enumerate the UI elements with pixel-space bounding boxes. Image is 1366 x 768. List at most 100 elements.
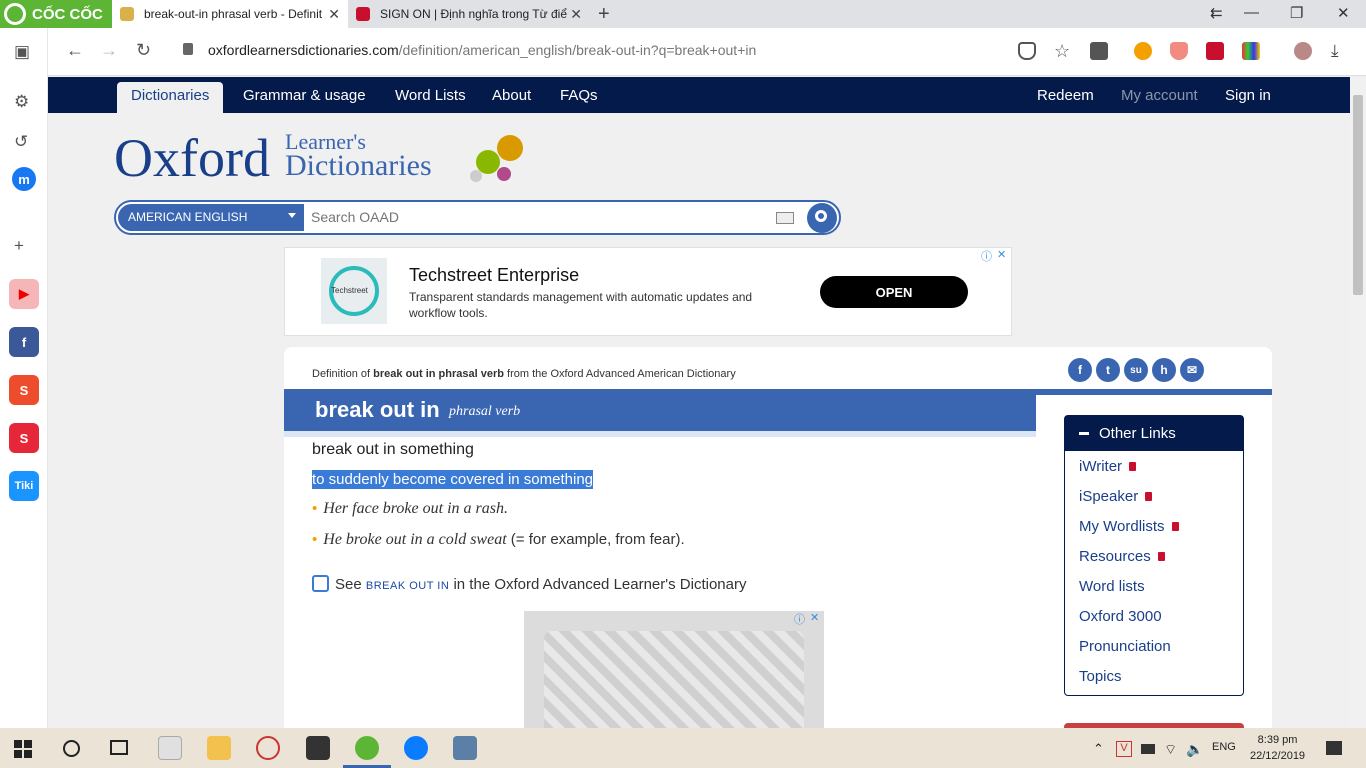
close-window-button[interactable]: ✕ bbox=[1337, 4, 1350, 22]
minimize-button[interactable]: — bbox=[1244, 4, 1259, 21]
notifications-icon[interactable] bbox=[1326, 741, 1342, 755]
ad-description: Transparent standards management with au… bbox=[409, 290, 753, 320]
other-link-oxford-3000[interactable]: Oxford 3000 bbox=[1079, 608, 1162, 625]
system-clock[interactable]: 8:39 pm 22/12/2019 bbox=[1250, 732, 1305, 764]
ad-info-icon[interactable]: ⓘ bbox=[794, 611, 805, 627]
coccoc-taskbar-icon[interactable] bbox=[355, 736, 379, 760]
ad-info-icon[interactable]: ⓘ bbox=[981, 248, 992, 264]
twitter-share-icon[interactable]: t bbox=[1096, 358, 1120, 382]
scrollbar-thumb[interactable] bbox=[1353, 95, 1363, 295]
keyboard-icon[interactable] bbox=[776, 212, 794, 224]
shield-icon[interactable] bbox=[1018, 42, 1036, 60]
other-links-panel: Other Links iWriter iSpeaker My Wordlist… bbox=[1064, 415, 1244, 696]
other-links-header[interactable]: Other Links bbox=[1065, 416, 1243, 451]
nav-faqs[interactable]: FAQs bbox=[560, 87, 598, 104]
taskbar-app-icon[interactable] bbox=[158, 736, 182, 760]
other-link-topics[interactable]: Topics bbox=[1079, 668, 1122, 685]
close-tab-icon[interactable]: ✕ bbox=[570, 6, 582, 23]
hi5-share-icon[interactable]: h bbox=[1152, 358, 1176, 382]
nav-grammar[interactable]: Grammar & usage bbox=[243, 87, 366, 104]
ad-open-button[interactable]: OPEN bbox=[820, 276, 968, 308]
tab-break-out-in[interactable]: break-out-in phrasal verb - Definit ✕ bbox=[112, 0, 348, 28]
tab-title: SIGN ON | Định nghĩa trong Từ điể bbox=[380, 7, 568, 21]
profile-avatar[interactable] bbox=[1294, 42, 1312, 60]
search-input[interactable] bbox=[311, 209, 761, 225]
volume-icon[interactable]: 🔈 bbox=[1186, 741, 1203, 758]
back-button[interactable]: ← bbox=[66, 40, 84, 61]
task-view-icon[interactable] bbox=[110, 740, 128, 755]
tiki-icon[interactable]: Tiki bbox=[9, 471, 39, 501]
add-panel-icon[interactable]: + bbox=[14, 236, 24, 256]
battery-icon[interactable] bbox=[1141, 744, 1155, 754]
dictionary-language-select[interactable]: AMERICAN ENGLISH bbox=[118, 204, 304, 231]
see-also-link[interactable]: BREAK OUT IN bbox=[366, 580, 449, 592]
paint-app-icon[interactable] bbox=[256, 736, 280, 760]
lock-icon bbox=[1171, 522, 1179, 531]
bullet-icon: • bbox=[312, 531, 318, 548]
lock-icon bbox=[1129, 462, 1137, 471]
address-bar[interactable]: oxfordlearnersdictionaries.com/definitio… bbox=[208, 42, 756, 58]
other-link-resources[interactable]: Resources bbox=[1079, 548, 1165, 565]
history-icon[interactable]: ↺ bbox=[14, 132, 28, 152]
other-link-ispeaker[interactable]: iSpeaker bbox=[1079, 488, 1153, 505]
nav-word-lists[interactable]: Word Lists bbox=[395, 87, 466, 104]
pin-icon[interactable]: ⇇ bbox=[1210, 4, 1223, 22]
ad-banner-bottom[interactable]: ⓘ ✕ bbox=[524, 611, 824, 728]
sidebar-toggle-icon[interactable]: ▣ bbox=[14, 42, 30, 62]
ad-close-icon[interactable]: ✕ bbox=[810, 611, 819, 624]
input-language[interactable]: ENG bbox=[1212, 741, 1236, 753]
lock-icon[interactable] bbox=[183, 43, 193, 55]
forward-button[interactable]: → bbox=[100, 40, 118, 61]
zalo-icon[interactable] bbox=[404, 736, 428, 760]
ad-close-icon[interactable]: ✕ bbox=[997, 248, 1006, 261]
search-bar: AMERICAN ENGLISH bbox=[114, 200, 841, 235]
facebook-icon[interactable]: f bbox=[9, 327, 39, 357]
headword: break out in bbox=[315, 397, 440, 422]
extension-color-icon[interactable] bbox=[1242, 42, 1260, 60]
other-link-iwriter[interactable]: iWriter bbox=[1079, 458, 1137, 475]
browser-tab-bar: CỐC CỐC break-out-in phrasal verb - Defi… bbox=[0, 0, 1366, 28]
nav-sign-in[interactable]: Sign in bbox=[1225, 87, 1271, 104]
windows-start-icon[interactable] bbox=[14, 740, 32, 758]
extension-chrome-icon[interactable] bbox=[1134, 42, 1152, 60]
download-icon[interactable] bbox=[1090, 42, 1108, 60]
brand-label: CỐC CỐC bbox=[32, 5, 103, 23]
tray-v-icon[interactable]: V bbox=[1116, 741, 1132, 757]
web-page: Dictionaries Grammar & usage Word Lists … bbox=[48, 77, 1350, 728]
taskbar-tool-icon[interactable] bbox=[453, 736, 477, 760]
other-link-my-wordlists[interactable]: My Wordlists bbox=[1079, 518, 1179, 535]
ad-banner-top[interactable]: Techstreet Techstreet Enterprise Transpa… bbox=[284, 247, 1012, 336]
coccoc-menu-button[interactable]: CỐC CỐC bbox=[0, 0, 112, 28]
youtube-icon[interactable]: ▶ bbox=[9, 279, 39, 309]
extension-shield-icon[interactable] bbox=[1170, 42, 1188, 60]
close-tab-icon[interactable]: ✕ bbox=[328, 6, 340, 23]
downloads-arrow-icon[interactable]: ⤓ bbox=[1331, 42, 1349, 60]
other-link-pronunciation[interactable]: Pronunciation bbox=[1079, 638, 1171, 655]
maximize-button[interactable]: ❐ bbox=[1290, 4, 1303, 22]
messenger-icon[interactable]: m bbox=[12, 167, 36, 191]
stumbleupon-share-icon[interactable]: su bbox=[1124, 358, 1148, 382]
bullet-icon: • bbox=[312, 500, 318, 517]
reload-button[interactable]: ↻ bbox=[136, 40, 151, 61]
nav-about[interactable]: About bbox=[492, 87, 531, 104]
new-tab-button[interactable]: + bbox=[598, 3, 610, 26]
nav-dictionaries[interactable]: Dictionaries bbox=[117, 82, 224, 113]
nav-my-account[interactable]: My account bbox=[1121, 87, 1198, 104]
app-red-icon[interactable]: S bbox=[9, 423, 39, 453]
wifi-icon[interactable]: ⌔ bbox=[1164, 741, 1177, 759]
other-link-word-lists[interactable]: Word lists bbox=[1079, 578, 1145, 595]
tab-sign-on[interactable]: SIGN ON | Định nghĩa trong Từ điể ✕ bbox=[348, 0, 590, 28]
shopee-icon[interactable]: S bbox=[9, 375, 39, 405]
settings-icon[interactable]: ⚙ bbox=[14, 92, 29, 112]
nav-redeem[interactable]: Redeem bbox=[1037, 87, 1094, 104]
extension-red-icon[interactable] bbox=[1206, 42, 1224, 60]
file-explorer-icon[interactable] bbox=[207, 736, 231, 760]
tray-chevron-up-icon[interactable]: ⌃ bbox=[1093, 741, 1104, 757]
bookmark-star-icon[interactable]: ☆ bbox=[1054, 42, 1072, 60]
facebook-share-icon[interactable]: f bbox=[1068, 358, 1092, 382]
cortana-search-icon[interactable] bbox=[63, 740, 80, 757]
email-share-icon[interactable]: ✉ bbox=[1180, 358, 1204, 382]
search-button[interactable] bbox=[807, 203, 837, 233]
page-scrollbar[interactable] bbox=[1350, 77, 1366, 728]
sticky-app-icon[interactable] bbox=[306, 736, 330, 760]
